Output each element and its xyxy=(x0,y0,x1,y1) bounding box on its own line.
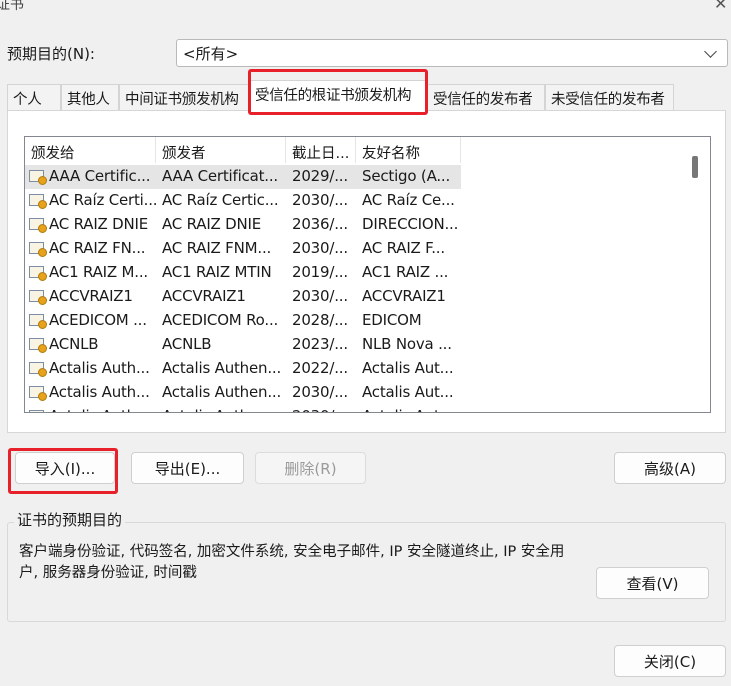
table-row[interactable]: AC RAIZ DNIE AC RAIZ DNIE 2036/... DIRECCIO… xyxy=(25,213,461,237)
column-header-expiration[interactable]: 截止日... xyxy=(286,137,356,163)
table-cell: 2030/... xyxy=(292,239,348,257)
table-cell: AC RAIZ FNM... xyxy=(162,239,272,257)
certificate-icon xyxy=(29,290,47,305)
table-cell: AC Raíz Certi... xyxy=(49,191,158,209)
table-row[interactable]: ACNLB ACNLB 2023/... NLB Nova ... xyxy=(25,333,461,357)
close-icon[interactable]: ✕ xyxy=(714,0,731,14)
tab-untrusted-publishers[interactable]: 未受信任的发布者 xyxy=(545,84,674,110)
certificate-icon xyxy=(29,170,47,185)
table-cell: ACNLB xyxy=(49,335,99,353)
table-cell: Actalis Aut... xyxy=(362,359,454,377)
table-cell: ACEDICOM ... xyxy=(49,311,147,329)
table-cell: Actalis Auth... xyxy=(49,359,150,377)
table-cell: ACCVRAIZ1 xyxy=(49,287,133,305)
table-cell: ACCVRAIZ1 xyxy=(162,287,246,305)
table-cell: Sectigo (A... xyxy=(362,167,451,185)
export-button[interactable]: 导出(E)... xyxy=(131,452,244,484)
table-cell: Actalis Authen... xyxy=(162,383,282,401)
table-cell: NLB Nova ... xyxy=(362,335,452,353)
table-row[interactable]: ACCVRAIZ1 ACCVRAIZ1 2030/... ACCVRAIZ1 xyxy=(25,285,461,309)
table-cell: AAA Certificat... xyxy=(162,167,278,185)
remove-button[interactable]: 删除(R) xyxy=(255,452,366,484)
tab-trusted-publishers[interactable]: 受信任的发布者 xyxy=(427,84,545,110)
table-cell: 2023/... xyxy=(292,335,348,353)
table-row[interactable]: AC1 RAIZ M... AC1 RAIZ MTIN 2019/... AC1 RA… xyxy=(25,261,461,285)
tab-label: 其他人 xyxy=(67,92,110,108)
tab-other-people[interactable]: 其他人 xyxy=(61,84,119,110)
table-row[interactable]: Actalis Auth...Actalis Authen... 2030/...… xyxy=(25,405,461,412)
purpose-selected-value: <所有> xyxy=(183,44,239,63)
table-cell: 2029/... xyxy=(292,167,348,185)
table-cell: AC1 RAIZ MTIN xyxy=(162,263,272,281)
tab-intermediate-ca[interactable]: 中间证书颁发机构 xyxy=(119,84,249,110)
table-cell: AC RAIZ DNIE xyxy=(162,215,262,233)
column-header-friendly-name[interactable]: 友好名称 xyxy=(356,137,461,163)
table-cell: Actalis Authen... xyxy=(162,359,282,377)
list-scrollbar-thumb[interactable] xyxy=(692,156,698,178)
table-row[interactable]: ACEDICOM ... ACEDICOM Ro... 2028/... EDICOM xyxy=(25,309,461,333)
table-cell: 2030/... xyxy=(292,407,360,412)
table-row[interactable]: Actalis Auth... Actalis Authen... 2022/...… xyxy=(25,357,461,381)
table-cell: AAA Certific... xyxy=(49,167,151,185)
intended-purposes-text: 客户端身份验证, 代码签名, 加密文件系统, 安全电子邮件, IP 安全隧道终止… xyxy=(19,544,565,581)
column-header-issued-by[interactable]: 颁发者 xyxy=(156,137,286,163)
table-cell: 2019/... xyxy=(292,263,348,281)
tab-label: 受信任的发布者 xyxy=(433,92,533,108)
column-header-issued-to[interactable]: 颁发给 xyxy=(25,137,156,163)
table-cell: Actalis Aut... xyxy=(362,407,460,412)
table-cell: DIRECCION... xyxy=(362,215,459,233)
table-cell: AC1 RAIZ ... xyxy=(362,263,449,281)
certificate-icon xyxy=(29,362,47,377)
table-cell: 2022/... xyxy=(292,359,348,377)
table-cell: AC1 RAIZ M... xyxy=(49,263,148,281)
certificate-list[interactable]: 颁发给 颁发者 截止日... 友好名称 AAA Certific... AAA C… xyxy=(24,136,711,413)
table-row[interactable]: Actalis Auth... Actalis Authen... 2030/...… xyxy=(25,381,461,405)
advanced-button[interactable]: 高级(A) xyxy=(614,452,726,484)
table-cell: EDICOM xyxy=(362,311,422,329)
tab-label: 个人 xyxy=(13,92,42,108)
table-cell: 2028/... xyxy=(292,311,348,329)
table-cell: AC RAIZ DNIE xyxy=(49,215,149,233)
certificate-icon xyxy=(29,218,47,233)
table-cell: AC Raíz Ce... xyxy=(362,191,455,209)
table-cell: ACEDICOM Ro... xyxy=(162,311,279,329)
certificate-icon xyxy=(29,242,47,257)
tab-label: 未受信任的发布者 xyxy=(551,92,665,108)
table-cell: AC RAIZ F... xyxy=(362,239,445,257)
table-cell: Actalis Auth... xyxy=(49,407,159,412)
tab-label: 中间证书颁发机构 xyxy=(125,92,239,108)
view-button[interactable]: 查看(V) xyxy=(596,567,709,599)
table-cell: Actalis Aut... xyxy=(362,383,454,401)
table-row[interactable]: AC RAIZ FN... AC RAIZ FNM... 2030/... AC RA… xyxy=(25,237,461,261)
certificate-icon xyxy=(29,314,47,329)
table-cell: 2030/... xyxy=(292,383,348,401)
table-row[interactable]: AAA Certific... AAA Certificat... 2029/...… xyxy=(25,165,461,189)
tab-personal[interactable]: 个人 xyxy=(7,84,61,110)
purpose-dropdown[interactable]: <所有> xyxy=(176,39,728,67)
table-cell: 2030/... xyxy=(292,191,348,209)
table-row[interactable]: AC Raíz Certi... AC Raíz Certic... 2030/..… xyxy=(25,189,461,213)
table-cell: AC Raíz Certic... xyxy=(162,191,279,209)
certificate-icon xyxy=(29,410,44,412)
certificate-icon xyxy=(29,338,47,353)
chevron-down-icon xyxy=(704,44,717,58)
window-title: 证书 xyxy=(0,0,24,13)
intended-purposes-legend: 证书的预期目的 xyxy=(14,509,126,530)
table-cell: ACNLB xyxy=(162,335,212,353)
table-cell: Actalis Auth... xyxy=(49,383,150,401)
certificate-icon xyxy=(29,194,47,209)
tab-trusted-root-ca[interactable]: 受信任的根证书颁发机构 xyxy=(249,80,427,112)
table-cell: 2030/... xyxy=(292,287,348,305)
table-cell: 2036/... xyxy=(292,215,348,233)
certificate-icon xyxy=(29,386,47,401)
certificate-icon xyxy=(29,266,47,281)
table-cell: AC RAIZ FN... xyxy=(49,239,146,257)
purpose-label: 预期目的(N): xyxy=(7,45,95,63)
import-button[interactable]: 导入(I)... xyxy=(15,452,115,484)
table-cell: Actalis Authen... xyxy=(162,407,287,412)
tab-label: 受信任的根证书颁发机构 xyxy=(255,88,412,104)
close-button[interactable]: 关闭(C) xyxy=(614,645,726,677)
table-cell: ACCVRAIZ1 xyxy=(362,287,446,305)
